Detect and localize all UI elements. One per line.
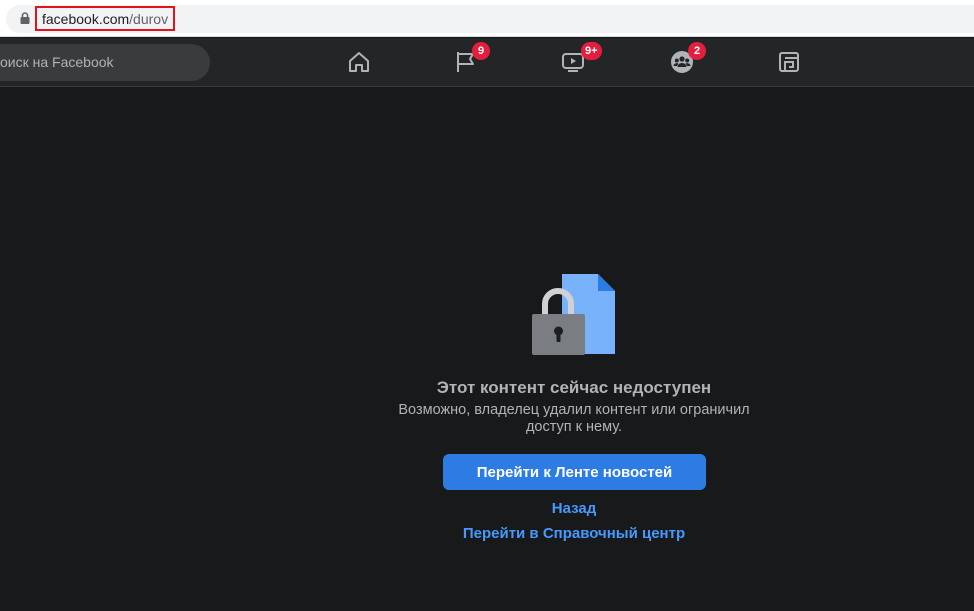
groups-badge: 2 <box>688 42 706 60</box>
help-center-link[interactable]: Перейти в Справочный центр <box>424 525 724 542</box>
back-link[interactable]: Назад <box>424 500 724 517</box>
locked-content-icon <box>532 274 615 355</box>
home-icon <box>349 52 369 72</box>
content-unavailable-page: Этот контент сейчас недоступен Возможно,… <box>0 88 974 611</box>
nav-watch-button[interactable]: 9+ <box>553 42 602 80</box>
pages-badge: 9 <box>472 42 490 60</box>
search-placeholder: оиск на Facebook <box>0 54 114 70</box>
browser-address-bar: facebook.com/durov <box>0 0 974 37</box>
go-to-news-feed-button[interactable]: Перейти к Ленте новостей <box>443 454 706 490</box>
url-host: facebook.com <box>42 10 130 27</box>
nav-home-button[interactable] <box>339 44 379 80</box>
url-path: /durov <box>129 10 169 27</box>
url-text[interactable]: facebook.com/durov <box>35 6 176 31</box>
nav-groups-button[interactable]: 2 <box>662 42 706 80</box>
facebook-top-nav: оиск на Facebook 9 9+ 2 <box>0 38 974 87</box>
nav-pages-button[interactable]: 9 <box>446 42 490 80</box>
page-description: Возможно, владелец удалил контент или ог… <box>398 402 750 435</box>
nav-gaming-button[interactable] <box>769 44 809 80</box>
page-title: Этот контент сейчас недоступен <box>436 378 712 397</box>
watch-badge: 9+ <box>581 42 602 60</box>
lock-icon[interactable] <box>20 12 30 24</box>
gaming-icon <box>779 52 799 72</box>
